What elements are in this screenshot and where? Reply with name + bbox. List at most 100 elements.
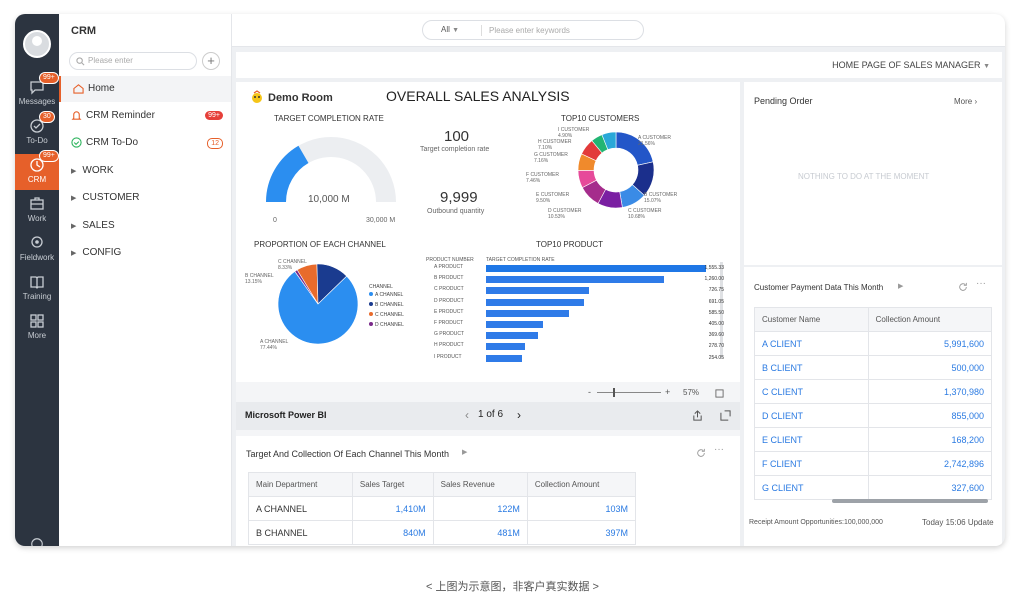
zoom-slider-thumb[interactable]: [613, 388, 615, 397]
help-icon[interactable]: [30, 537, 44, 546]
customer-payment-panel: Customer Payment Data This Month ▶ ··· C…: [744, 267, 1002, 546]
pie-label: B CHANNEL 13.15%: [245, 273, 274, 285]
more-options-icon[interactable]: ···: [714, 444, 724, 455]
product-value: 278.70: [708, 343, 724, 350]
donut-label: A CUSTOMER 21.56%: [638, 135, 671, 147]
crm-badge: 99+: [39, 150, 59, 162]
caret-right-icon: ▶: [71, 168, 77, 175]
zoom-level: 57%: [683, 388, 700, 397]
nav-item-customer[interactable]: ▶ CUSTOMER: [59, 185, 231, 211]
todo-badge: 30: [39, 111, 55, 123]
page-indicator: 1 of 6: [478, 409, 504, 420]
collection-amount-cell: 327,600: [867, 475, 993, 500]
nav-item-crm-reminder[interactable]: CRM Reminder 99+: [59, 103, 231, 129]
col-customer-name[interactable]: Customer Name: [754, 307, 869, 332]
client-name-link[interactable]: G CLIENT: [754, 475, 869, 500]
channel-title: PROPORTION OF EACH CHANNEL: [254, 240, 386, 249]
top-bar: All ▼ Please enter keywords: [232, 14, 1005, 47]
refresh-icon[interactable]: [696, 448, 706, 458]
refresh-icon[interactable]: [958, 282, 968, 292]
rail-crm[interactable]: CRM 99+: [15, 150, 59, 190]
rail-messages[interactable]: Messages 99+: [15, 72, 59, 112]
global-search-input[interactable]: Please enter keywords: [489, 26, 570, 35]
product-bar[interactable]: [486, 321, 544, 328]
page-label: HOME PAGE OF SALES MANAGER: [832, 60, 981, 70]
kpi-title: TARGET COMPLETION RATE: [274, 114, 384, 123]
nav-search-placeholder: Please enter: [88, 56, 133, 65]
client-name-link[interactable]: A CLIENT: [754, 331, 869, 356]
powerbi-label: Microsoft Power BI: [245, 410, 327, 420]
donut-label: E CUSTOMER 9.50%: [536, 192, 570, 204]
report-title: OVERALL SALES ANALYSIS: [386, 88, 570, 104]
nav-item-home[interactable]: Home: [59, 76, 231, 102]
client-name-link[interactable]: F CLIENT: [754, 451, 869, 476]
client-name-link[interactable]: B CLIENT: [754, 355, 869, 380]
cell[interactable]: 1,410M: [351, 496, 434, 521]
fit-page-icon[interactable]: [715, 389, 724, 398]
nav-item-sales[interactable]: ▶ SALES: [59, 213, 231, 239]
product-bar[interactable]: [486, 343, 526, 351]
product-bar[interactable]: [486, 332, 539, 340]
product-label: A PRODUCT: [434, 264, 464, 270]
horizontal-scrollbar[interactable]: [832, 499, 988, 503]
more-options-icon[interactable]: ···: [976, 278, 986, 289]
col-sales-target[interactable]: Sales Target: [351, 472, 434, 497]
zoom-slider[interactable]: [597, 388, 661, 397]
nav-item-work[interactable]: ▶ WORK: [59, 158, 231, 184]
product-bar[interactable]: [486, 287, 589, 295]
product-value: 726.75: [708, 287, 724, 294]
col-collection-amount[interactable]: Collection Amount: [526, 472, 637, 497]
product-bar[interactable]: [486, 298, 584, 306]
nav-item-crm-todo[interactable]: CRM To-Do 12: [59, 130, 231, 156]
add-button[interactable]: +: [202, 52, 220, 70]
product-bar[interactable]: [486, 309, 569, 317]
client-name-link[interactable]: D CLIENT: [754, 403, 869, 428]
global-search[interactable]: All ▼ Please enter keywords: [422, 20, 644, 40]
client-name-link[interactable]: E CLIENT: [754, 427, 869, 452]
nav-item-config[interactable]: ▶ CONFIG: [59, 240, 231, 266]
prev-page-button[interactable]: ‹: [465, 408, 469, 422]
cell[interactable]: 103M: [526, 496, 637, 521]
search-scope-select[interactable]: All ▼: [441, 25, 459, 34]
nav-item-label: Home: [88, 83, 115, 94]
rail-label: CRM: [27, 175, 47, 184]
product-value: 369.60: [708, 332, 724, 339]
page-selector[interactable]: HOME PAGE OF SALES MANAGER ▼: [832, 60, 990, 70]
rail-work[interactable]: Work: [15, 193, 59, 229]
collection-amount-cell: 168,200: [867, 427, 993, 452]
expand-icon[interactable]: [720, 410, 731, 421]
col-collection-amount[interactable]: Collection Amount: [867, 307, 993, 332]
col-main-department[interactable]: Main Department: [248, 472, 353, 497]
next-page-button[interactable]: ›: [517, 408, 521, 422]
client-name-link[interactable]: C CLIENT: [754, 379, 869, 404]
avatar[interactable]: [23, 30, 51, 58]
product-bar[interactable]: [486, 354, 522, 362]
powerbi-report[interactable]: Demo Room OVERALL SALES ANALYSIS TARGET …: [236, 82, 740, 382]
legend-item: D CHANNEL: [369, 322, 404, 328]
cell: B CHANNEL: [248, 520, 353, 545]
more-link[interactable]: More ›: [954, 97, 977, 106]
cell[interactable]: 840M: [351, 520, 434, 545]
rail-more[interactable]: More: [15, 310, 59, 346]
col-sales-revenue[interactable]: Sales Revenue: [432, 472, 528, 497]
product-bar[interactable]: [486, 276, 665, 284]
pie-label: A CHANNEL 77.44%: [260, 339, 289, 351]
cell[interactable]: 397M: [526, 520, 637, 545]
scope-value: All: [441, 25, 450, 34]
product-bar[interactable]: [486, 265, 706, 272]
share-icon[interactable]: [692, 410, 703, 421]
legend-item: B CHANNEL: [369, 302, 404, 308]
nav-search-input[interactable]: Please enter: [69, 52, 197, 70]
target-panel-title: Target And Collection Of Each Channel Th…: [246, 449, 449, 459]
donut-label: C CUSTOMER 10.68%: [628, 208, 662, 220]
zoom-out-button[interactable]: -: [588, 387, 591, 397]
receipt-opportunities: Receipt Amount Opportunities:100,000,000: [749, 519, 883, 526]
zoom-in-button[interactable]: +: [665, 387, 670, 397]
rail-training[interactable]: Training: [15, 271, 59, 307]
collection-amount-cell: 855,000: [867, 403, 993, 428]
cell[interactable]: 122M: [432, 496, 528, 521]
gauge-min: 0: [273, 217, 277, 224]
cell[interactable]: 481M: [432, 520, 528, 545]
rail-fieldwork[interactable]: Fieldwork: [15, 232, 59, 268]
rail-todo[interactable]: To-Do 30: [15, 111, 59, 151]
